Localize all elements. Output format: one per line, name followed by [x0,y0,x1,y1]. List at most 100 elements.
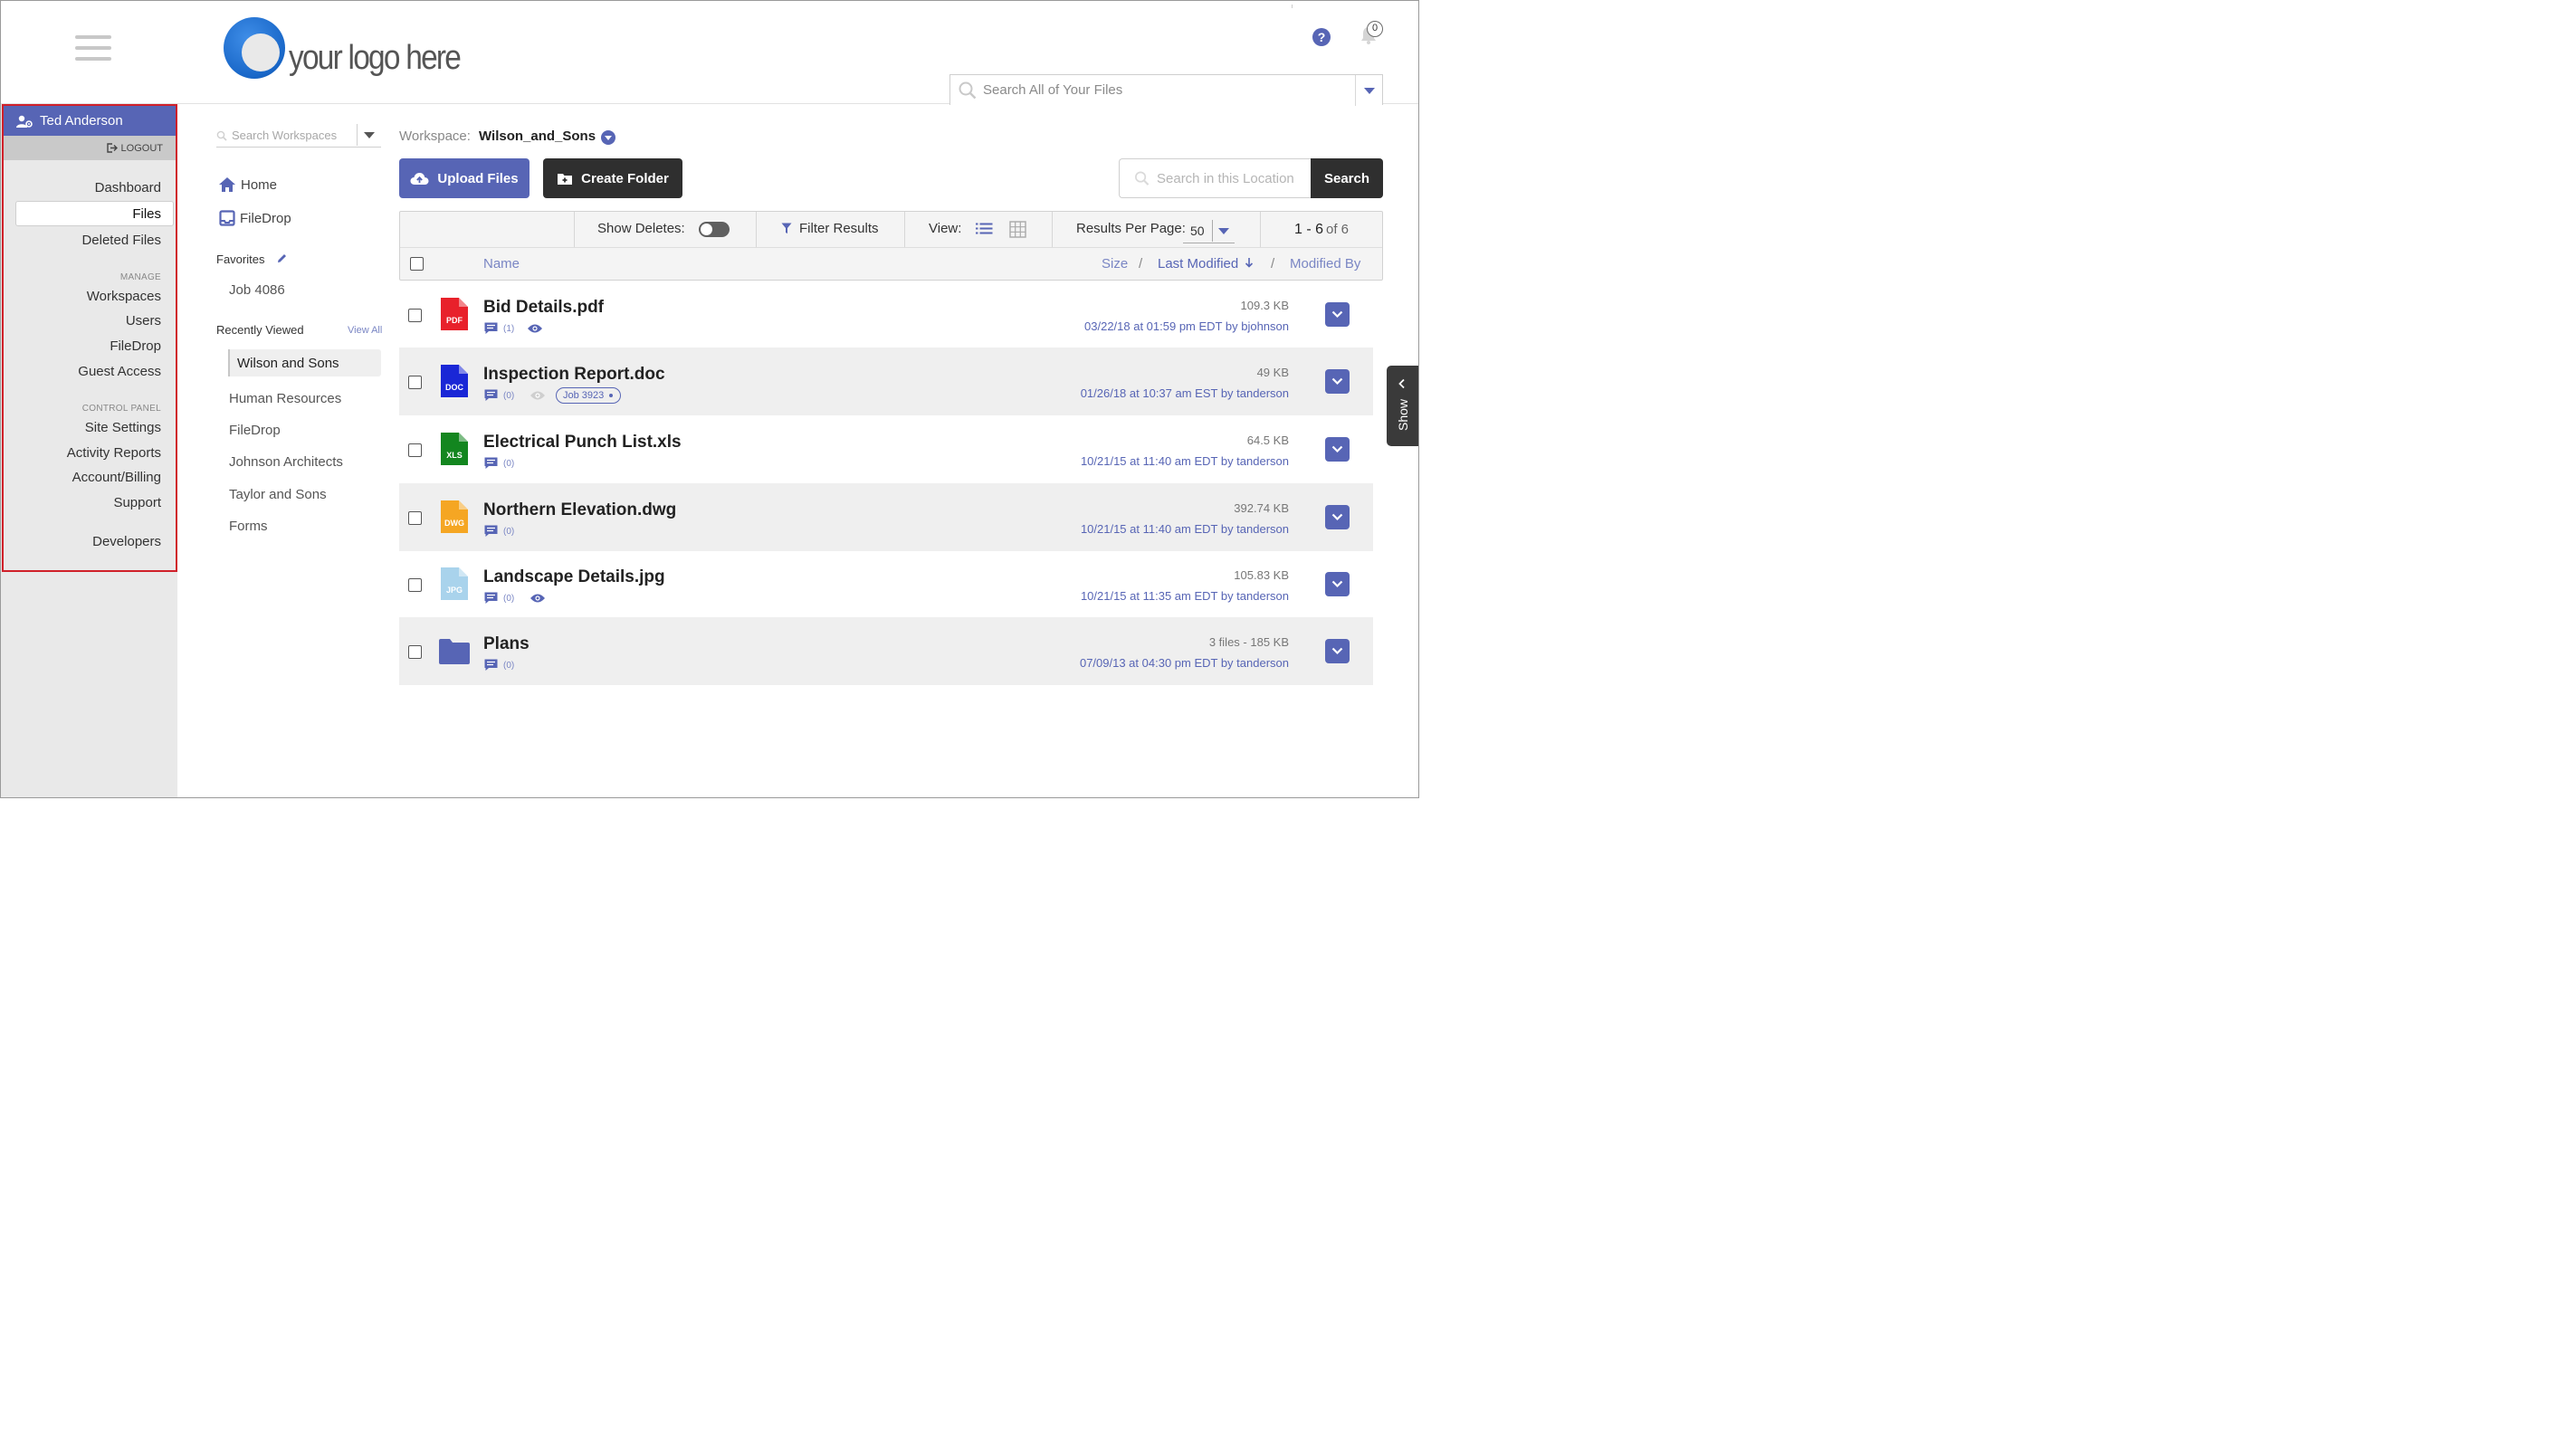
favorite-item[interactable]: Job 4086 [229,282,285,298]
results-per-page-select[interactable]: 50 [1183,218,1235,243]
create-folder-label: Create Folder [581,170,669,186]
file-tag[interactable]: Job 3923 [556,387,622,404]
workspace-search-dropdown[interactable] [357,124,381,146]
search-icon [959,81,977,99]
column-header-last-modified[interactable]: Last Modified [1158,256,1254,272]
pdf-file-icon: PDF [441,298,468,330]
recent-workspace-item[interactable]: Taylor and Sons [229,487,327,502]
recent-workspace-item[interactable]: Forms [229,519,268,534]
recent-workspace-item[interactable]: Human Resources [229,391,341,406]
comment-icon [484,659,498,671]
global-search-input[interactable] [983,82,1345,98]
help-icon[interactable]: ? [1312,28,1331,46]
file-modified: 10/21/15 at 11:35 am EDT by tanderson [1080,589,1289,603]
workspace-home-link[interactable]: Home [218,176,277,193]
file-name[interactable]: Plans [483,634,530,654]
comments-button[interactable]: (0) [484,525,514,538]
filter-results-button[interactable]: Filter Results [781,221,879,236]
row-actions-dropdown[interactable] [1325,572,1350,596]
search-button[interactable]: Search [1311,158,1383,198]
viewed-eye-icon[interactable] [530,593,546,604]
chevron-left-icon [1398,378,1405,389]
comment-count: (1) [503,323,515,334]
workspace-filedrop-link[interactable]: FileDrop [219,210,291,226]
hamburger-menu-icon[interactable] [75,35,111,62]
table-row[interactable]: Plans (0) 3 files - 185 KB 07/09/13 at 04:3… [399,617,1373,685]
chevron-down-icon [1331,647,1343,655]
table-row[interactable]: JPG Landscape Details.jpg (0) 105.83 KB 10/2… [399,550,1373,618]
grid-view-icon[interactable] [1009,221,1026,238]
workspace-search-input[interactable] [232,129,349,142]
global-search-dropdown[interactable] [1355,75,1382,106]
row-checkbox[interactable] [408,645,422,659]
row-checkbox[interactable] [408,376,422,389]
recent-workspace-item[interactable]: Wilson and Sons [237,356,339,371]
app-window: your logo here ? 0 Ted Anderson LOGOUT D… [0,0,1419,798]
column-header-modified-by[interactable]: Modified By [1290,256,1360,272]
new-folder-icon [558,173,573,185]
table-row[interactable]: DWG Northern Elevation.dwg (0) 392.74 KB 10/… [399,483,1373,551]
home-icon [219,177,235,192]
comments-button[interactable]: (0) [484,659,514,672]
logo-mark-icon [224,17,285,79]
file-modified: 07/09/13 at 04:30 pm EDT by tanderson [1079,656,1289,670]
row-actions-dropdown[interactable] [1325,302,1350,327]
location-search-input[interactable] [1157,170,1311,186]
search-icon [216,130,227,141]
column-header-name[interactable]: Name [483,256,520,272]
recent-workspace-item[interactable]: Johnson Architects [229,454,343,470]
comments-button[interactable]: (0) [484,457,514,470]
divider [1292,5,1293,8]
file-name[interactable]: Northern Elevation.dwg [483,500,676,520]
results-per-page-dropdown[interactable] [1212,220,1235,242]
file-modified: 03/22/18 at 01:59 pm EDT by bjohnson [1084,319,1289,333]
tag-dot [609,394,614,397]
column-header-size[interactable]: Size [1102,256,1128,272]
row-actions-dropdown[interactable] [1325,505,1350,529]
show-deletes-toggle[interactable] [699,222,730,237]
recent-workspace-item[interactable]: FileDrop [229,423,281,438]
row-checkbox[interactable] [408,443,422,457]
table-row[interactable]: PDF Bid Details.pdf (1) 109.3 KB 03/22/18 at… [399,281,1373,348]
not-viewed-eye-icon[interactable] [530,390,546,401]
file-name[interactable]: Inspection Report.doc [483,365,665,385]
table-row[interactable]: XLS Electrical Punch List.xls (0) 64.5 KB 10… [399,415,1373,483]
comment-icon [484,457,498,469]
show-details-panel-tab[interactable]: Show [1387,366,1418,446]
upload-files-button[interactable]: Upload Files [399,158,530,198]
row-checkbox[interactable] [408,578,422,592]
row-checkbox[interactable] [408,309,422,322]
row-actions-dropdown[interactable] [1325,639,1350,663]
top-header: your logo here ? 0 [1,1,1418,106]
list-view-icon[interactable] [976,222,993,235]
workspace-label: Workspace: [399,129,471,144]
comments-button[interactable]: (1) [484,322,514,335]
results-per-page-label: Results Per Page: [1076,221,1186,236]
divider [1052,212,1053,247]
sidebar-highlight-box [2,104,177,572]
company-logo: your logo here [224,17,483,79]
viewed-eye-icon[interactable] [527,323,543,334]
comments-button[interactable]: (0) [484,592,514,605]
file-name[interactable]: Landscape Details.jpg [483,567,665,587]
table-row[interactable]: DOC Inspection Report.doc (0) Job 3923 49 KB… [399,348,1373,415]
row-actions-dropdown[interactable] [1325,437,1350,462]
recently-viewed-heading: Recently Viewed [216,323,304,337]
comment-icon [484,592,498,604]
chevron-down-icon [364,131,375,138]
workspace-switch-dropdown[interactable] [601,130,615,145]
file-size: 109.3 KB [1240,299,1290,312]
view-all-link[interactable]: View All [348,325,382,336]
file-name[interactable]: Electrical Punch List.xls [483,433,682,452]
row-checkbox[interactable] [408,511,422,525]
edit-pencil-icon[interactable] [276,252,288,264]
comments-button[interactable]: (0) [484,389,514,402]
select-all-checkbox[interactable] [410,257,424,271]
file-type-label: PDF [446,316,463,325]
row-actions-dropdown[interactable] [1325,369,1350,394]
create-folder-button[interactable]: Create Folder [543,158,682,198]
file-type-label: DOC [445,383,463,392]
notifications-button[interactable]: 0 [1359,21,1386,48]
filedrop-label: FileDrop [240,210,291,226]
file-name[interactable]: Bid Details.pdf [483,298,604,318]
